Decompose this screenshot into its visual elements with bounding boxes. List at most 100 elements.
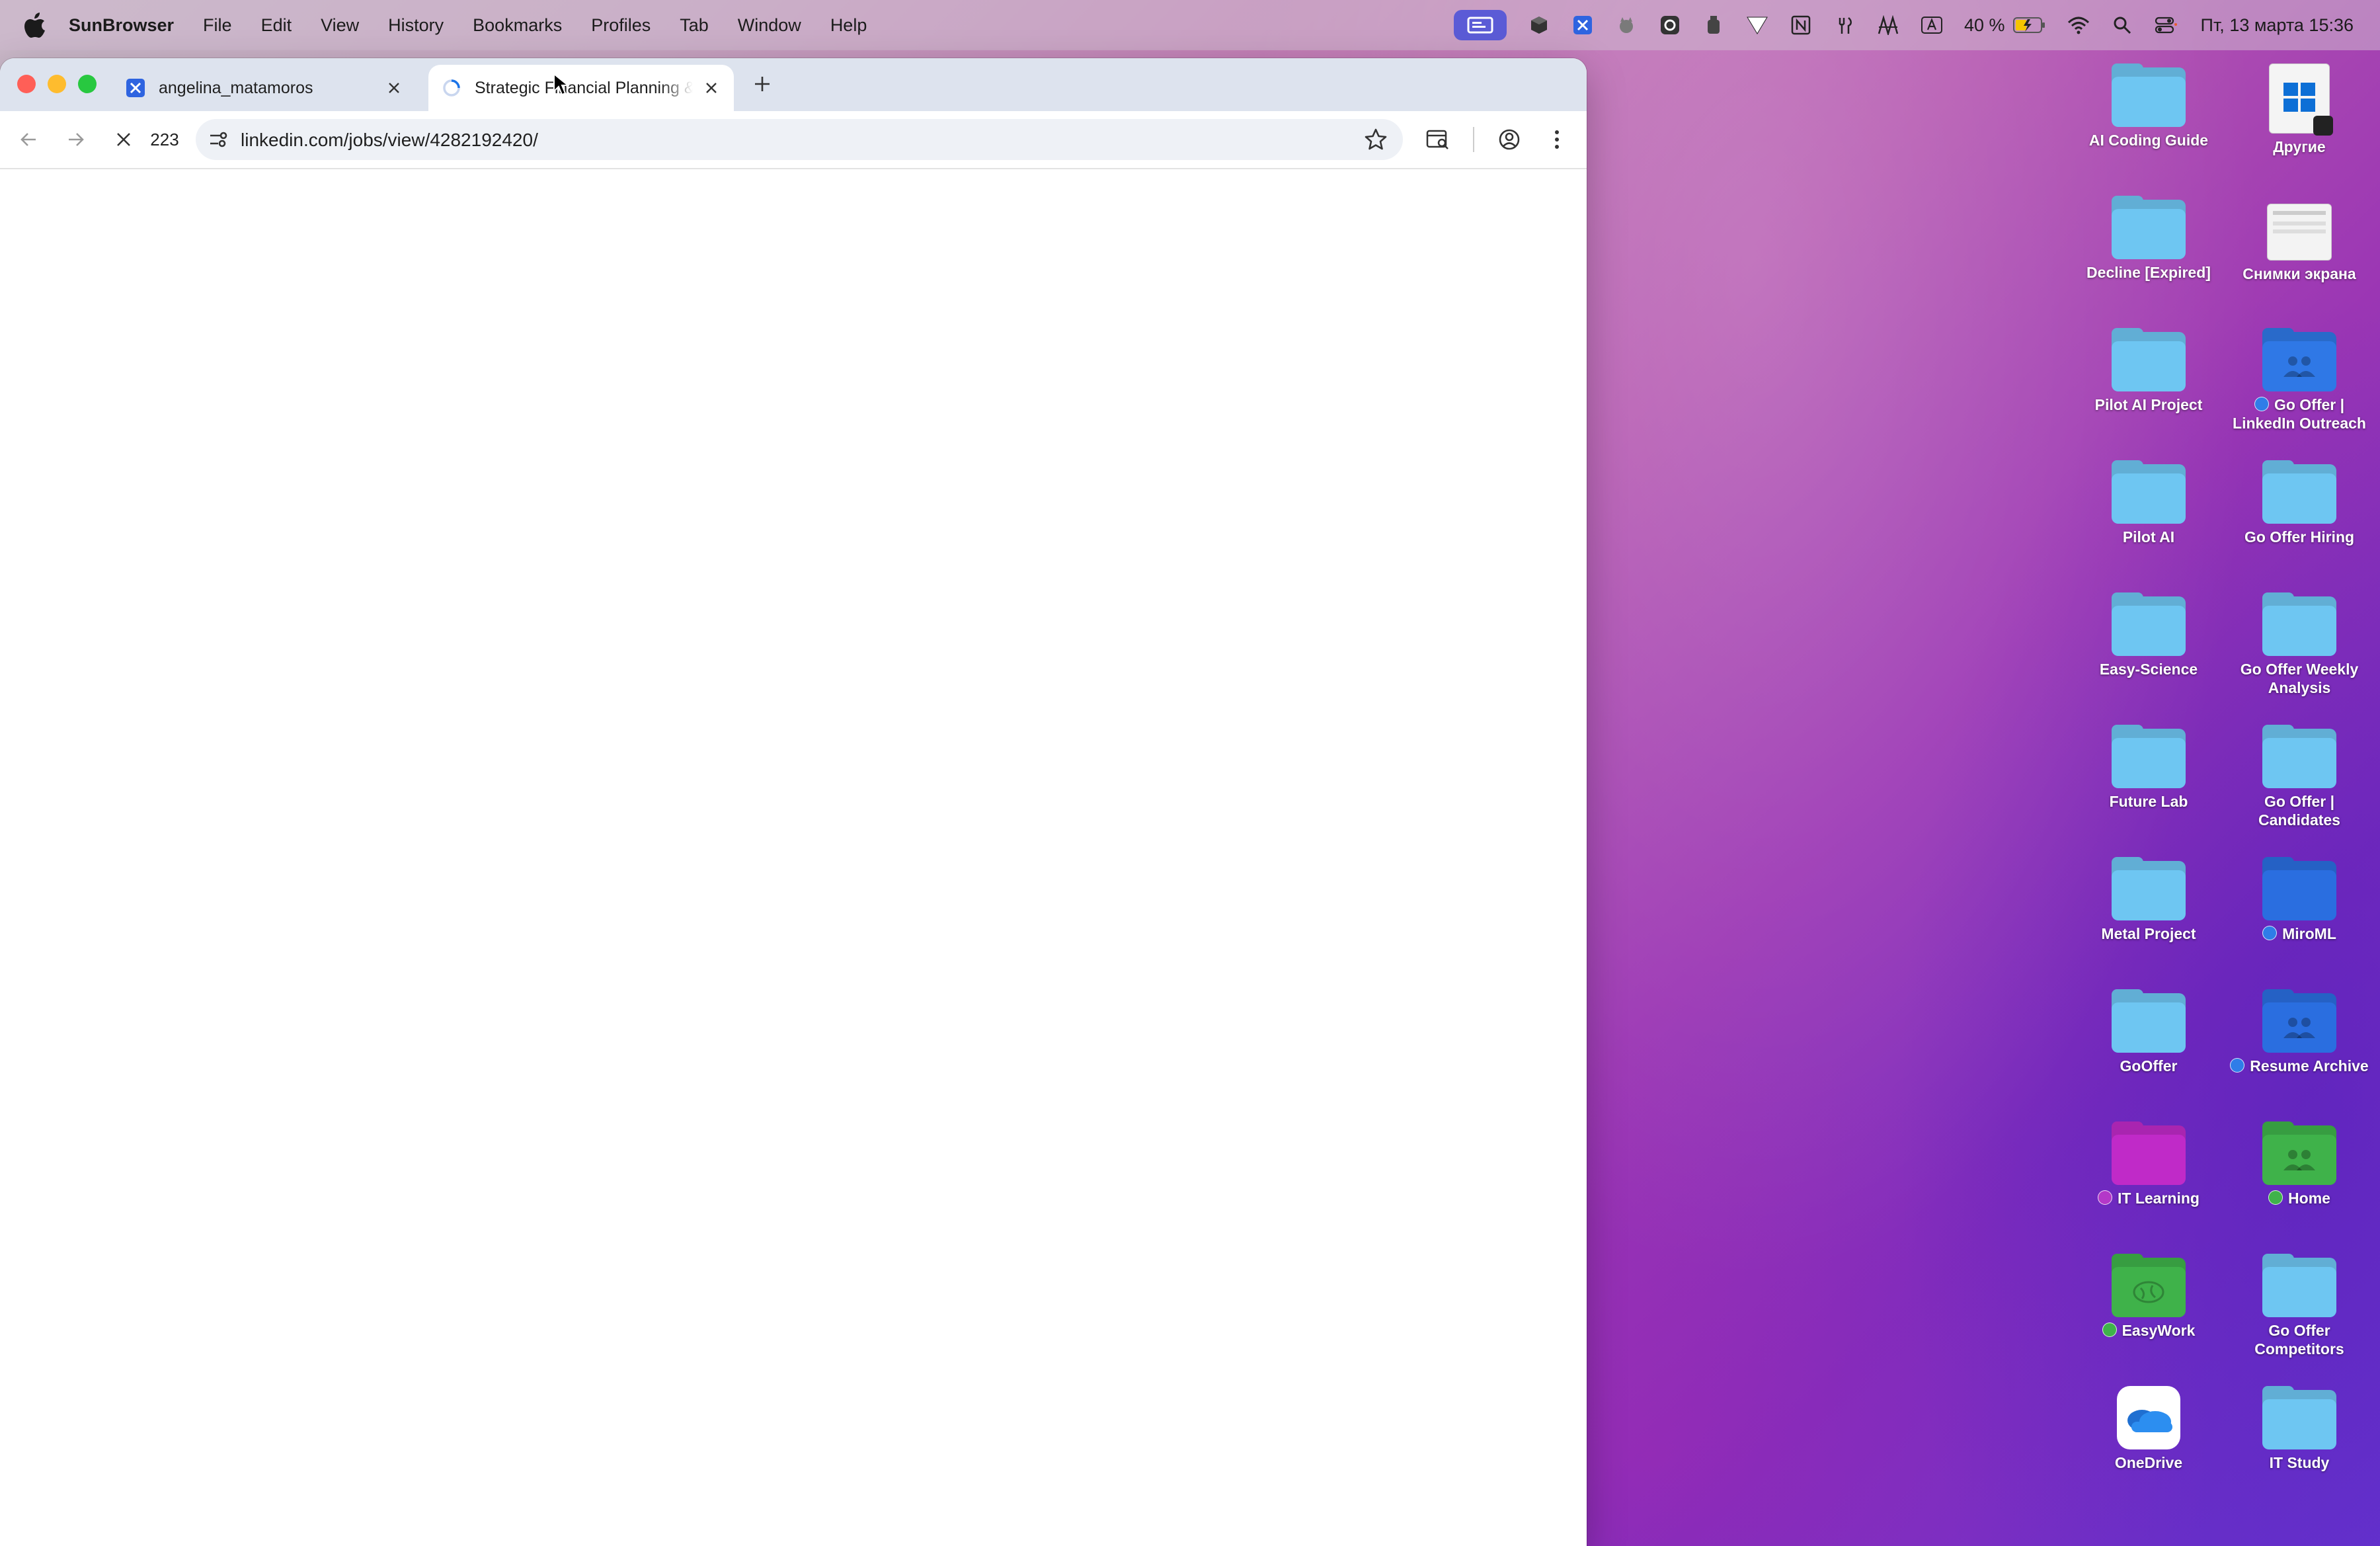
folder-icon xyxy=(2112,196,2186,259)
site-settings-icon[interactable] xyxy=(206,128,229,151)
desktop-icon[interactable]: IT Learning xyxy=(2076,1121,2221,1207)
menu-bookmarks[interactable]: Bookmarks xyxy=(473,15,562,36)
desktop-icon[interactable]: MiroML xyxy=(2227,857,2372,943)
tag-dot xyxy=(2254,397,2269,411)
tag-dot xyxy=(2098,1190,2113,1205)
minimize-window-button[interactable] xyxy=(48,75,66,93)
folder-icon xyxy=(2112,1254,2186,1317)
zoom-window-button[interactable] xyxy=(78,75,97,93)
desktop-icon[interactable]: IT Study xyxy=(2227,1386,2372,1472)
menu-app-name[interactable]: SunBrowser xyxy=(69,15,174,36)
cat-icon[interactable] xyxy=(1615,14,1638,36)
folder-icon xyxy=(2112,989,2186,1053)
menu-profiles[interactable]: Profiles xyxy=(591,15,651,36)
menu-bar: SunBrowser File Edit View History Bookma… xyxy=(0,0,2380,50)
status-area: 40 % Пт, 13 марта 15:36 xyxy=(1453,0,2354,50)
address-bar[interactable]: linkedin.com/jobs/view/4282192420/ xyxy=(196,119,1403,160)
browser-window: angelina_matamoros Strategic Financial P… xyxy=(0,58,1587,1546)
apple-menu-icon[interactable] xyxy=(24,12,46,38)
bookmark-star-icon[interactable] xyxy=(1363,127,1388,152)
menu-tab[interactable]: Tab xyxy=(680,15,709,36)
folder-icon xyxy=(2262,1121,2336,1185)
folder-icon xyxy=(2112,63,2186,127)
folder-icon xyxy=(2112,328,2186,391)
desktop-icon-label: Future Lab xyxy=(2109,793,2188,810)
desktop-icon-label: Go Offer | LinkedIn Outreach xyxy=(2233,396,2366,432)
desktop-icon[interactable]: Future Lab xyxy=(2076,725,2221,811)
folder-icon xyxy=(2112,460,2186,524)
fork-icon[interactable] xyxy=(1833,14,1856,36)
screen-share-icon[interactable] xyxy=(1453,10,1507,40)
desktop-icon[interactable]: Pilot AI xyxy=(2076,460,2221,546)
desktop-icon-label: Home xyxy=(2227,1189,2372,1207)
folder-icon xyxy=(2262,857,2336,920)
tab-count[interactable]: 223 xyxy=(147,126,182,153)
menu-view[interactable]: View xyxy=(321,15,359,36)
desktop-icon-label: Go Offer | Candidates xyxy=(2258,793,2340,829)
desktop-icon[interactable]: EasyWork xyxy=(2076,1254,2221,1340)
desktop-icon[interactable]: Resume Archive xyxy=(2227,989,2372,1075)
desktop-icon[interactable]: Decline [Expired] xyxy=(2076,196,2221,282)
wifi-icon[interactable] xyxy=(2067,14,2090,36)
new-tab-plus-icon[interactable] xyxy=(751,73,774,95)
folder-icon xyxy=(2112,725,2186,788)
stop-loading-icon[interactable] xyxy=(110,126,138,153)
notion-icon[interactable] xyxy=(1790,14,1812,36)
desktop-icon[interactable]: Home xyxy=(2227,1121,2372,1207)
folder-icon xyxy=(2112,592,2186,656)
browser-menu-icon[interactable] xyxy=(1543,126,1571,153)
desktop-icon[interactable]: Metal Project xyxy=(2076,857,2221,943)
menu-window[interactable]: Window xyxy=(738,15,801,36)
desktop-icon-label: IT Study xyxy=(2269,1454,2330,1471)
keyboard-a-icon[interactable] xyxy=(1921,14,1943,36)
circle-app-icon[interactable] xyxy=(1659,14,1681,36)
back-arrow-icon[interactable] xyxy=(15,126,42,153)
search-icon[interactable] xyxy=(2111,14,2133,36)
tag-dot xyxy=(2262,926,2278,940)
url-text[interactable]: linkedin.com/jobs/view/4282192420/ xyxy=(241,130,538,151)
tab-angelina[interactable]: angelina_matamoros xyxy=(112,65,416,111)
desktop-icon[interactable]: Другие xyxy=(2227,63,2372,156)
x-app-icon[interactable] xyxy=(1571,14,1594,36)
control-center-icon[interactable] xyxy=(2155,14,2177,36)
desktop-icon[interactable]: OneDrive xyxy=(2076,1386,2221,1472)
bottle-icon[interactable] xyxy=(1702,14,1725,36)
tab-title: angelina_matamoros xyxy=(159,78,313,97)
desktop-icon-label: Другие xyxy=(2273,138,2326,155)
menu-edit[interactable]: Edit xyxy=(261,15,292,36)
onedrive-icon xyxy=(2117,1386,2180,1449)
desktop-icon[interactable]: Снимки экрана xyxy=(2227,196,2372,283)
menu-history[interactable]: History xyxy=(388,15,444,36)
loading-favicon-icon xyxy=(442,78,461,98)
graph-icon[interactable] xyxy=(1877,14,1899,36)
desktop-icon[interactable]: Pilot AI Project xyxy=(2076,328,2221,414)
close-tab-icon[interactable] xyxy=(702,79,721,97)
cube-icon[interactable] xyxy=(1528,14,1550,36)
tab-search-icon[interactable] xyxy=(1424,126,1452,153)
desktop-icon[interactable]: AI Coding Guide xyxy=(2076,63,2221,149)
desktop-icon[interactable]: Easy-Science xyxy=(2076,592,2221,678)
tag-dot xyxy=(2230,1058,2245,1073)
menu-help[interactable]: Help xyxy=(830,15,867,36)
tag-dot xyxy=(2268,1190,2283,1205)
desktop-icon[interactable]: Go Offer Competitors xyxy=(2227,1254,2372,1358)
mouse-cursor-icon xyxy=(553,73,570,96)
profile-avatar-icon[interactable] xyxy=(1495,126,1523,153)
menu-file[interactable]: File xyxy=(203,15,232,36)
desktop-icon-label: OneDrive xyxy=(2114,1454,2183,1471)
desktop-icon[interactable]: Go Offer | Candidates xyxy=(2227,725,2372,829)
screenshot-icon xyxy=(2267,204,2332,261)
close-window-button[interactable] xyxy=(17,75,36,93)
battery-icon[interactable] xyxy=(2012,14,2046,36)
desktop-icon[interactable]: Go Offer | LinkedIn Outreach xyxy=(2227,328,2372,432)
desktop-icon[interactable]: Go Offer Weekly Analysis xyxy=(2227,592,2372,697)
forward-arrow-icon[interactable] xyxy=(62,126,90,153)
desktop-icon[interactable]: Go Offer Hiring xyxy=(2227,460,2372,546)
tab-strategic-financial[interactable]: Strategic Financial Planning & xyxy=(428,65,734,111)
desktop-icon[interactable]: GoOffer xyxy=(2076,989,2221,1075)
desktop-icon-label: Снимки экрана xyxy=(2242,265,2356,282)
close-tab-icon[interactable] xyxy=(385,79,403,97)
menubar-clock[interactable]: Пт, 13 марта 15:36 xyxy=(2201,15,2354,36)
folder-icon xyxy=(2112,1121,2186,1185)
vpn-icon[interactable] xyxy=(1746,14,1768,36)
